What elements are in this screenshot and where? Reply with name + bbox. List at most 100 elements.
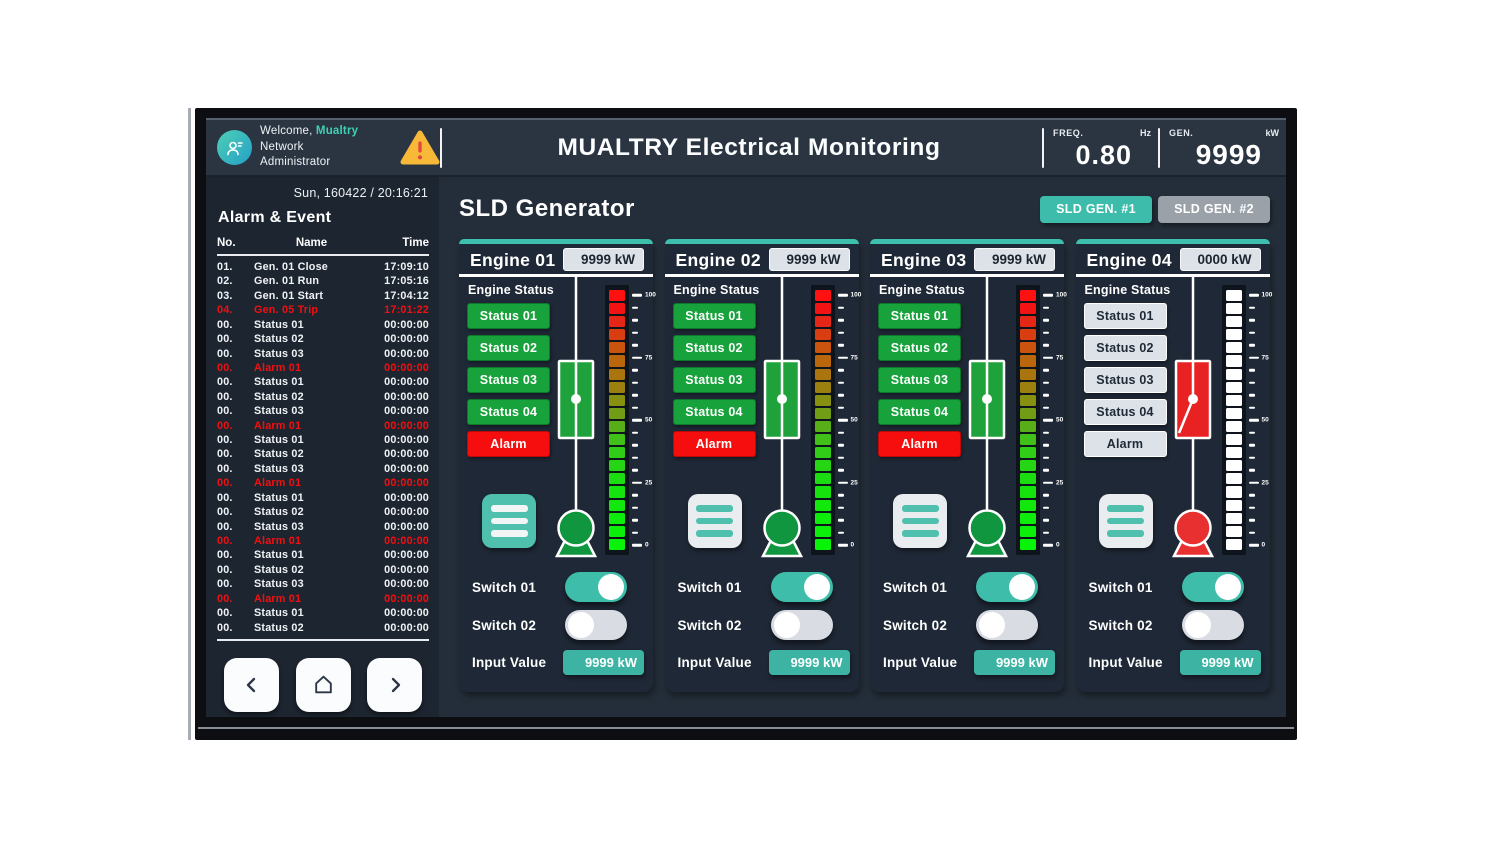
status-button[interactable]: Status 04 bbox=[1084, 399, 1167, 425]
status-button-column: Status 01 Status 02 Status 03 Status 04 Alar… bbox=[467, 303, 550, 457]
gauge-tick bbox=[1043, 494, 1049, 497]
engine-panel: Engine 04 0000 kW Engine Status Status 0… bbox=[1076, 239, 1270, 692]
gauge-strip bbox=[1222, 285, 1246, 555]
switch-toggle[interactable] bbox=[1182, 610, 1244, 640]
tab-sld-gen-1[interactable]: SLD GEN. #1 bbox=[1040, 196, 1152, 223]
status-button[interactable]: Status 01 bbox=[673, 303, 756, 329]
switch-row: Switch 01 bbox=[678, 572, 833, 602]
panel-accent-bar bbox=[665, 239, 859, 244]
switch-label: Switch 02 bbox=[678, 618, 742, 633]
gauge-tick bbox=[1043, 531, 1049, 534]
status-button[interactable]: Status 02 bbox=[673, 335, 756, 361]
switch-toggle[interactable] bbox=[976, 572, 1038, 602]
alarm-button[interactable]: Alarm bbox=[1084, 431, 1167, 457]
status-button[interactable]: Status 04 bbox=[878, 399, 961, 425]
status-button[interactable]: Status 03 bbox=[467, 367, 550, 393]
gauge-segment bbox=[815, 421, 831, 432]
gauge-tick bbox=[632, 369, 638, 372]
alarm-event-row: 00. Status 01 00:00:00 bbox=[217, 433, 429, 447]
gauge-segment bbox=[1226, 369, 1242, 380]
gauge-segment bbox=[815, 382, 831, 393]
gauge-tick bbox=[838, 419, 848, 422]
alarm-event-row: 04. Gen. 05 Trip 17:01:22 bbox=[217, 303, 429, 317]
alarm-warning-button[interactable] bbox=[400, 130, 440, 166]
alarm-table-header: No. Name Time bbox=[217, 237, 429, 256]
row-no: 00. bbox=[217, 592, 254, 606]
chevron-right-icon bbox=[385, 675, 405, 695]
gauge-tick bbox=[632, 331, 638, 334]
status-button[interactable]: Status 02 bbox=[878, 335, 961, 361]
gauge-tick bbox=[1249, 394, 1255, 397]
alarm-event-row: 00. Status 02 00:00:00 bbox=[217, 447, 429, 461]
gauge-tick bbox=[632, 319, 638, 322]
row-time: 00:00:00 bbox=[369, 505, 429, 519]
gauge-segment bbox=[609, 447, 625, 458]
switch-toggle[interactable] bbox=[771, 572, 833, 602]
load-gauge: 1007550250 bbox=[1016, 285, 1062, 555]
gauge-segment bbox=[609, 408, 625, 419]
toggle-knob bbox=[568, 612, 594, 638]
tab-sld-gen-2[interactable]: SLD GEN. #2 bbox=[1158, 196, 1270, 223]
gauge-segment bbox=[815, 395, 831, 406]
status-button[interactable]: Status 01 bbox=[878, 303, 961, 329]
alarm-event-row: 01. Gen. 01 Close 17:09:10 bbox=[217, 260, 429, 274]
frequency-value: 0.80 bbox=[1075, 140, 1132, 171]
status-button[interactable]: Status 01 bbox=[1084, 303, 1167, 329]
row-no: 00. bbox=[217, 332, 254, 346]
input-value-box[interactable]: 9999 kW bbox=[974, 650, 1055, 675]
nav-home-button[interactable] bbox=[296, 658, 351, 712]
switch-label: Switch 02 bbox=[472, 618, 536, 633]
gauge-segment bbox=[609, 513, 625, 524]
row-time: 17:04:12 bbox=[369, 289, 429, 303]
gauge-tick bbox=[838, 444, 844, 447]
gauge-tick bbox=[1043, 431, 1049, 434]
row-name: Status 01 bbox=[254, 375, 369, 389]
gauge-tick bbox=[1249, 544, 1259, 547]
toggle-knob bbox=[804, 574, 830, 600]
switch-toggle[interactable] bbox=[565, 572, 627, 602]
switch-toggle[interactable] bbox=[565, 610, 627, 640]
gauge-segment bbox=[1020, 513, 1036, 524]
row-time: 17:05:16 bbox=[369, 274, 429, 288]
switch-toggle[interactable] bbox=[771, 610, 833, 640]
gauge-tick bbox=[1043, 456, 1049, 459]
breaker-generator-symbol bbox=[555, 274, 597, 566]
sld-tabs: SLD GEN. #1SLD GEN. #2 bbox=[1040, 196, 1270, 223]
input-value-box[interactable]: 9999 kW bbox=[1180, 650, 1261, 675]
gauge-tick bbox=[1043, 544, 1053, 547]
status-button[interactable]: Status 02 bbox=[467, 335, 550, 361]
gauge-segment bbox=[609, 303, 625, 314]
gauge-segment bbox=[815, 500, 831, 511]
status-button[interactable]: Status 04 bbox=[673, 399, 756, 425]
input-value-box[interactable]: 9999 kW bbox=[769, 650, 850, 675]
gauge-tick-label: 100 bbox=[1056, 292, 1067, 299]
gauge-segment bbox=[1226, 486, 1242, 497]
row-name: Status 01 bbox=[254, 548, 369, 562]
row-time: 00:00:00 bbox=[369, 375, 429, 389]
status-button[interactable]: Status 04 bbox=[467, 399, 550, 425]
input-value-box[interactable]: 9999 kW bbox=[563, 650, 644, 675]
nav-forward-button[interactable] bbox=[367, 658, 422, 712]
status-button[interactable]: Status 03 bbox=[878, 367, 961, 393]
alarm-button[interactable]: Alarm bbox=[673, 431, 756, 457]
user-avatar[interactable] bbox=[217, 130, 252, 165]
status-button[interactable]: Status 01 bbox=[467, 303, 550, 329]
gauge-tick bbox=[838, 319, 844, 322]
engine-status-label: Engine Status bbox=[879, 283, 965, 297]
toggle-knob bbox=[1215, 574, 1241, 600]
status-button[interactable]: Status 03 bbox=[1084, 367, 1167, 393]
alarm-button[interactable]: Alarm bbox=[467, 431, 550, 457]
gauge-tick-label: 0 bbox=[1056, 542, 1060, 549]
gauge-tick bbox=[632, 519, 638, 522]
row-name: Status 03 bbox=[254, 520, 369, 534]
engine-name: Engine 03 bbox=[881, 250, 966, 271]
gauge-tick bbox=[1249, 306, 1255, 309]
status-button[interactable]: Status 02 bbox=[1084, 335, 1167, 361]
switch-toggle[interactable] bbox=[1182, 572, 1244, 602]
switch-toggle[interactable] bbox=[976, 610, 1038, 640]
top-bar: Welcome, Mualtry Network Administrator M… bbox=[206, 120, 1286, 177]
row-name: Gen. 05 Trip bbox=[254, 303, 369, 317]
nav-back-button[interactable] bbox=[224, 658, 279, 712]
status-button[interactable]: Status 03 bbox=[673, 367, 756, 393]
alarm-button[interactable]: Alarm bbox=[878, 431, 961, 457]
